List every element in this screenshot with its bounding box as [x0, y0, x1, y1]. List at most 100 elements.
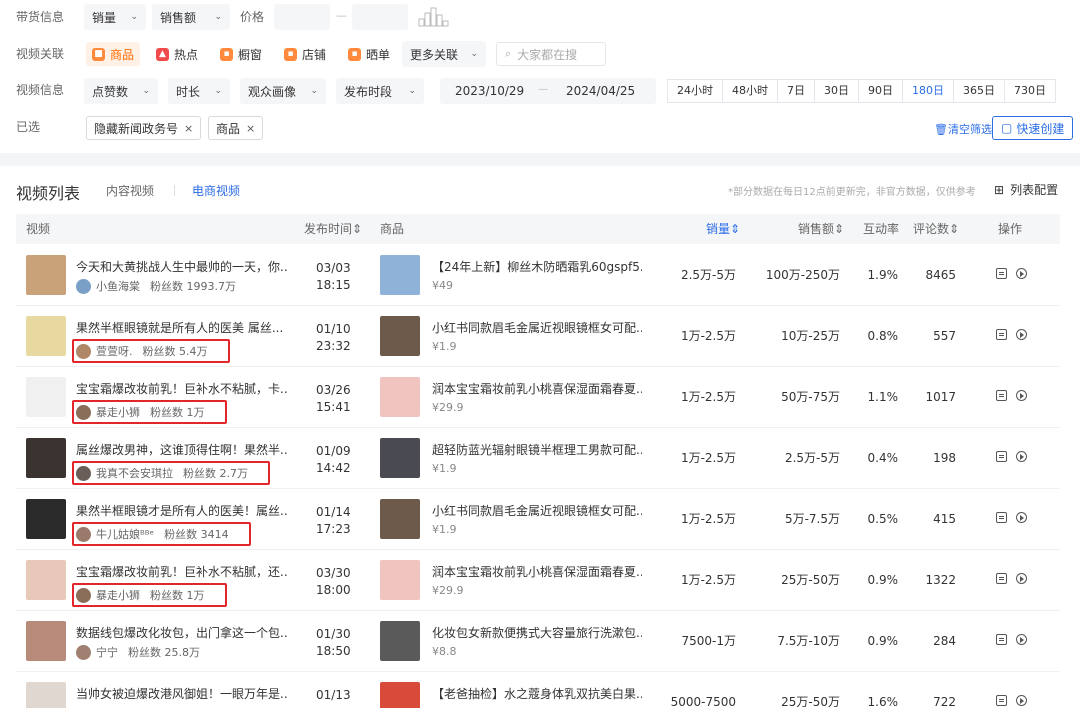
assoc-tag-window[interactable]: ▪ 橱窗	[214, 42, 268, 66]
video-title[interactable]: 果然半框眼镜才是所有人的医美！属丝...	[76, 502, 288, 519]
product-image[interactable]	[380, 438, 420, 478]
close-icon[interactable]: ×	[184, 122, 193, 135]
play-icon[interactable]	[1016, 451, 1027, 462]
video-thumbnail[interactable]	[26, 255, 66, 295]
col-sales[interactable]: 销量⇕	[706, 214, 740, 244]
detail-icon[interactable]	[996, 512, 1007, 523]
more-assoc-dropdown[interactable]: 更多关联 ⌄	[402, 41, 486, 67]
detail-icon[interactable]	[996, 390, 1007, 401]
video-title[interactable]: 今天和大黄挑战人生中最帅的一天，你...	[76, 258, 288, 275]
author-name[interactable]: 宁宁	[96, 644, 118, 660]
col-publish-time[interactable]: 发布时间⇕	[304, 214, 362, 244]
product-image[interactable]	[380, 560, 420, 600]
author-name[interactable]: 小鱼海棠	[96, 278, 140, 294]
product-name[interactable]: 小红书同款眉毛金属近视眼镜框女可配...	[432, 319, 642, 336]
author-name[interactable]: 暴走小狮	[96, 404, 140, 420]
video-title[interactable]: 属丝爆改男神，这谁顶得住啊！果然半...	[76, 441, 288, 458]
play-icon[interactable]	[1016, 390, 1027, 401]
author-name[interactable]: 萱萱呀.	[96, 343, 133, 359]
quick-create-button[interactable]: ▢ 快速创建	[992, 116, 1074, 140]
assoc-tag-share-order[interactable]: ▪ 晒单	[342, 42, 396, 66]
detail-icon[interactable]	[996, 451, 1007, 462]
play-icon[interactable]	[1016, 268, 1027, 279]
table-row[interactable]: 数据线包爆改化妆包，出门拿这一个包... 宁宁 粉丝数 25.8万 01/30 18:5…	[16, 611, 1060, 672]
price-max-input[interactable]	[352, 4, 408, 30]
product-name[interactable]: 润本宝宝霜妆前乳小桃喜保湿面霜春夏...	[432, 563, 642, 580]
table-row[interactable]: 果然半框眼镜才是所有人的医美！属丝... 牛儿姑娘ᴮᴮᵉ 粉丝数 3414 01/14…	[16, 489, 1060, 550]
table-row[interactable]: 宝宝霜爆改妆前乳！巨补水不粘腻，卡... 暴走小狮 粉丝数 1万 03/26 15:41…	[16, 367, 1060, 428]
product-name[interactable]: 化妆包女新款便携式大容量旅行洗漱包...	[432, 624, 642, 641]
hot-search-input[interactable]: ⌕ 大家都在搜	[496, 42, 606, 66]
likes-dropdown[interactable]: 点赞数 ⌄	[84, 78, 158, 104]
range-24h-button[interactable]: 24小时	[667, 79, 723, 103]
video-thumbnail[interactable]	[26, 377, 66, 417]
range-180d-button[interactable]: 180日	[902, 79, 954, 103]
audience-dropdown[interactable]: 观众画像 ⌄	[240, 78, 326, 104]
product-image[interactable]	[380, 621, 420, 661]
product-name[interactable]: 【老爸抽检】水之蔻身体乳双抗美白果...	[432, 685, 642, 702]
product-image[interactable]	[380, 316, 420, 356]
tab-ecommerce-video[interactable]: 电商视频	[192, 182, 240, 199]
product-name[interactable]: 小红书同款眉毛金属近视眼镜框女可配...	[432, 502, 642, 519]
product-image[interactable]	[380, 499, 420, 539]
publish-period-dropdown[interactable]: 发布时段 ⌄	[336, 78, 424, 104]
video-title[interactable]: 宝宝霜爆改妆前乳！巨补水不粘腻，卡...	[76, 380, 288, 397]
date-end[interactable]: 2024/04/25	[566, 84, 635, 98]
assoc-tag-store[interactable]: ▪ 店铺	[278, 42, 332, 66]
assoc-tag-hot[interactable]: ▲ 热点	[150, 42, 204, 66]
video-title[interactable]: 当帅女被迫爆改港风御姐！一眼万年是...	[76, 685, 288, 702]
product-image[interactable]	[380, 682, 420, 708]
range-48h-button[interactable]: 48小时	[722, 79, 778, 103]
assoc-tag-product[interactable]: ■ 商品	[86, 42, 141, 66]
date-start[interactable]: 2023/10/29	[455, 84, 524, 98]
play-icon[interactable]	[1016, 573, 1027, 584]
duration-dropdown[interactable]: 时长 ⌄	[168, 78, 230, 104]
play-icon[interactable]	[1016, 634, 1027, 645]
video-title[interactable]: 数据线包爆改化妆包，出门拿这一个包...	[76, 624, 288, 641]
video-thumbnail[interactable]	[26, 438, 66, 478]
video-thumbnail[interactable]	[26, 499, 66, 539]
detail-icon[interactable]	[996, 268, 1007, 279]
range-7d-button[interactable]: 7日	[777, 79, 815, 103]
play-icon[interactable]	[1016, 329, 1027, 340]
video-title[interactable]: 宝宝霜爆改妆前乳！巨补水不粘腻，还...	[76, 563, 288, 580]
range-730d-button[interactable]: 730日	[1004, 79, 1056, 103]
video-thumbnail[interactable]	[26, 316, 66, 356]
play-icon[interactable]	[1016, 512, 1027, 523]
product-name[interactable]: 【24年上新】柳丝木防晒霜乳60gspf5...	[432, 258, 642, 275]
table-row[interactable]: 属丝爆改男神，这谁顶得住啊！果然半... 我真不会安琪拉 粉丝数 2.7万 01/09…	[16, 428, 1060, 489]
range-365d-button[interactable]: 365日	[953, 79, 1005, 103]
product-image[interactable]	[380, 377, 420, 417]
close-icon[interactable]: ×	[246, 122, 255, 135]
col-comments[interactable]: 评论数⇕	[913, 214, 959, 244]
range-30d-button[interactable]: 30日	[814, 79, 859, 103]
clear-filters-link[interactable]: 🗑清空筛选	[934, 121, 992, 137]
col-revenue[interactable]: 销售额⇕	[798, 214, 844, 244]
table-row[interactable]: 当帅女被迫爆改港风御姐！一眼万年是... 01/13 【老爸抽检】水之蔻身体乳双抗美…	[16, 672, 1060, 708]
price-min-input[interactable]	[274, 4, 330, 30]
detail-icon[interactable]	[996, 329, 1007, 340]
product-name[interactable]: 润本宝宝霜妆前乳小桃喜保湿面霜春夏...	[432, 380, 642, 397]
column-config-button[interactable]: ⊞ 列表配置	[994, 181, 1058, 198]
product-image[interactable]	[380, 255, 420, 295]
video-thumbnail[interactable]	[26, 682, 66, 708]
table-row[interactable]: 今天和大黄挑战人生中最帅的一天，你... 小鱼海棠 粉丝数 1993.7万 03/03…	[16, 245, 1060, 306]
range-90d-button[interactable]: 90日	[858, 79, 903, 103]
author-name[interactable]: 我真不会安琪拉	[96, 465, 173, 481]
author-name[interactable]: 牛儿姑娘ᴮᴮᵉ	[96, 526, 154, 542]
video-thumbnail[interactable]	[26, 621, 66, 661]
detail-icon[interactable]	[996, 573, 1007, 584]
author-name[interactable]: 暴走小狮	[96, 587, 140, 603]
sales-volume-dropdown[interactable]: 销量 ⌄	[84, 4, 146, 30]
table-row[interactable]: 宝宝霜爆改妆前乳！巨补水不粘腻，还... 暴走小狮 粉丝数 1万 03/30 18:00…	[16, 550, 1060, 611]
play-icon[interactable]	[1016, 695, 1027, 706]
video-thumbnail[interactable]	[26, 560, 66, 600]
product-name[interactable]: 超轻防蓝光辐射眼镜半框理工男款可配...	[432, 441, 642, 458]
detail-icon[interactable]	[996, 695, 1007, 706]
date-range-picker[interactable]: 2023/10/29 — 2024/04/25	[440, 78, 656, 104]
sales-amount-dropdown[interactable]: 销售额 ⌄	[152, 4, 230, 30]
tab-content-video[interactable]: 内容视频	[106, 182, 154, 199]
detail-icon[interactable]	[996, 634, 1007, 645]
video-title[interactable]: 果然半框眼镜就是所有人的医美 属丝...	[76, 319, 288, 336]
table-row[interactable]: 果然半框眼镜就是所有人的医美 属丝... 萱萱呀. 粉丝数 5.4万 01/10 23:…	[16, 306, 1060, 367]
